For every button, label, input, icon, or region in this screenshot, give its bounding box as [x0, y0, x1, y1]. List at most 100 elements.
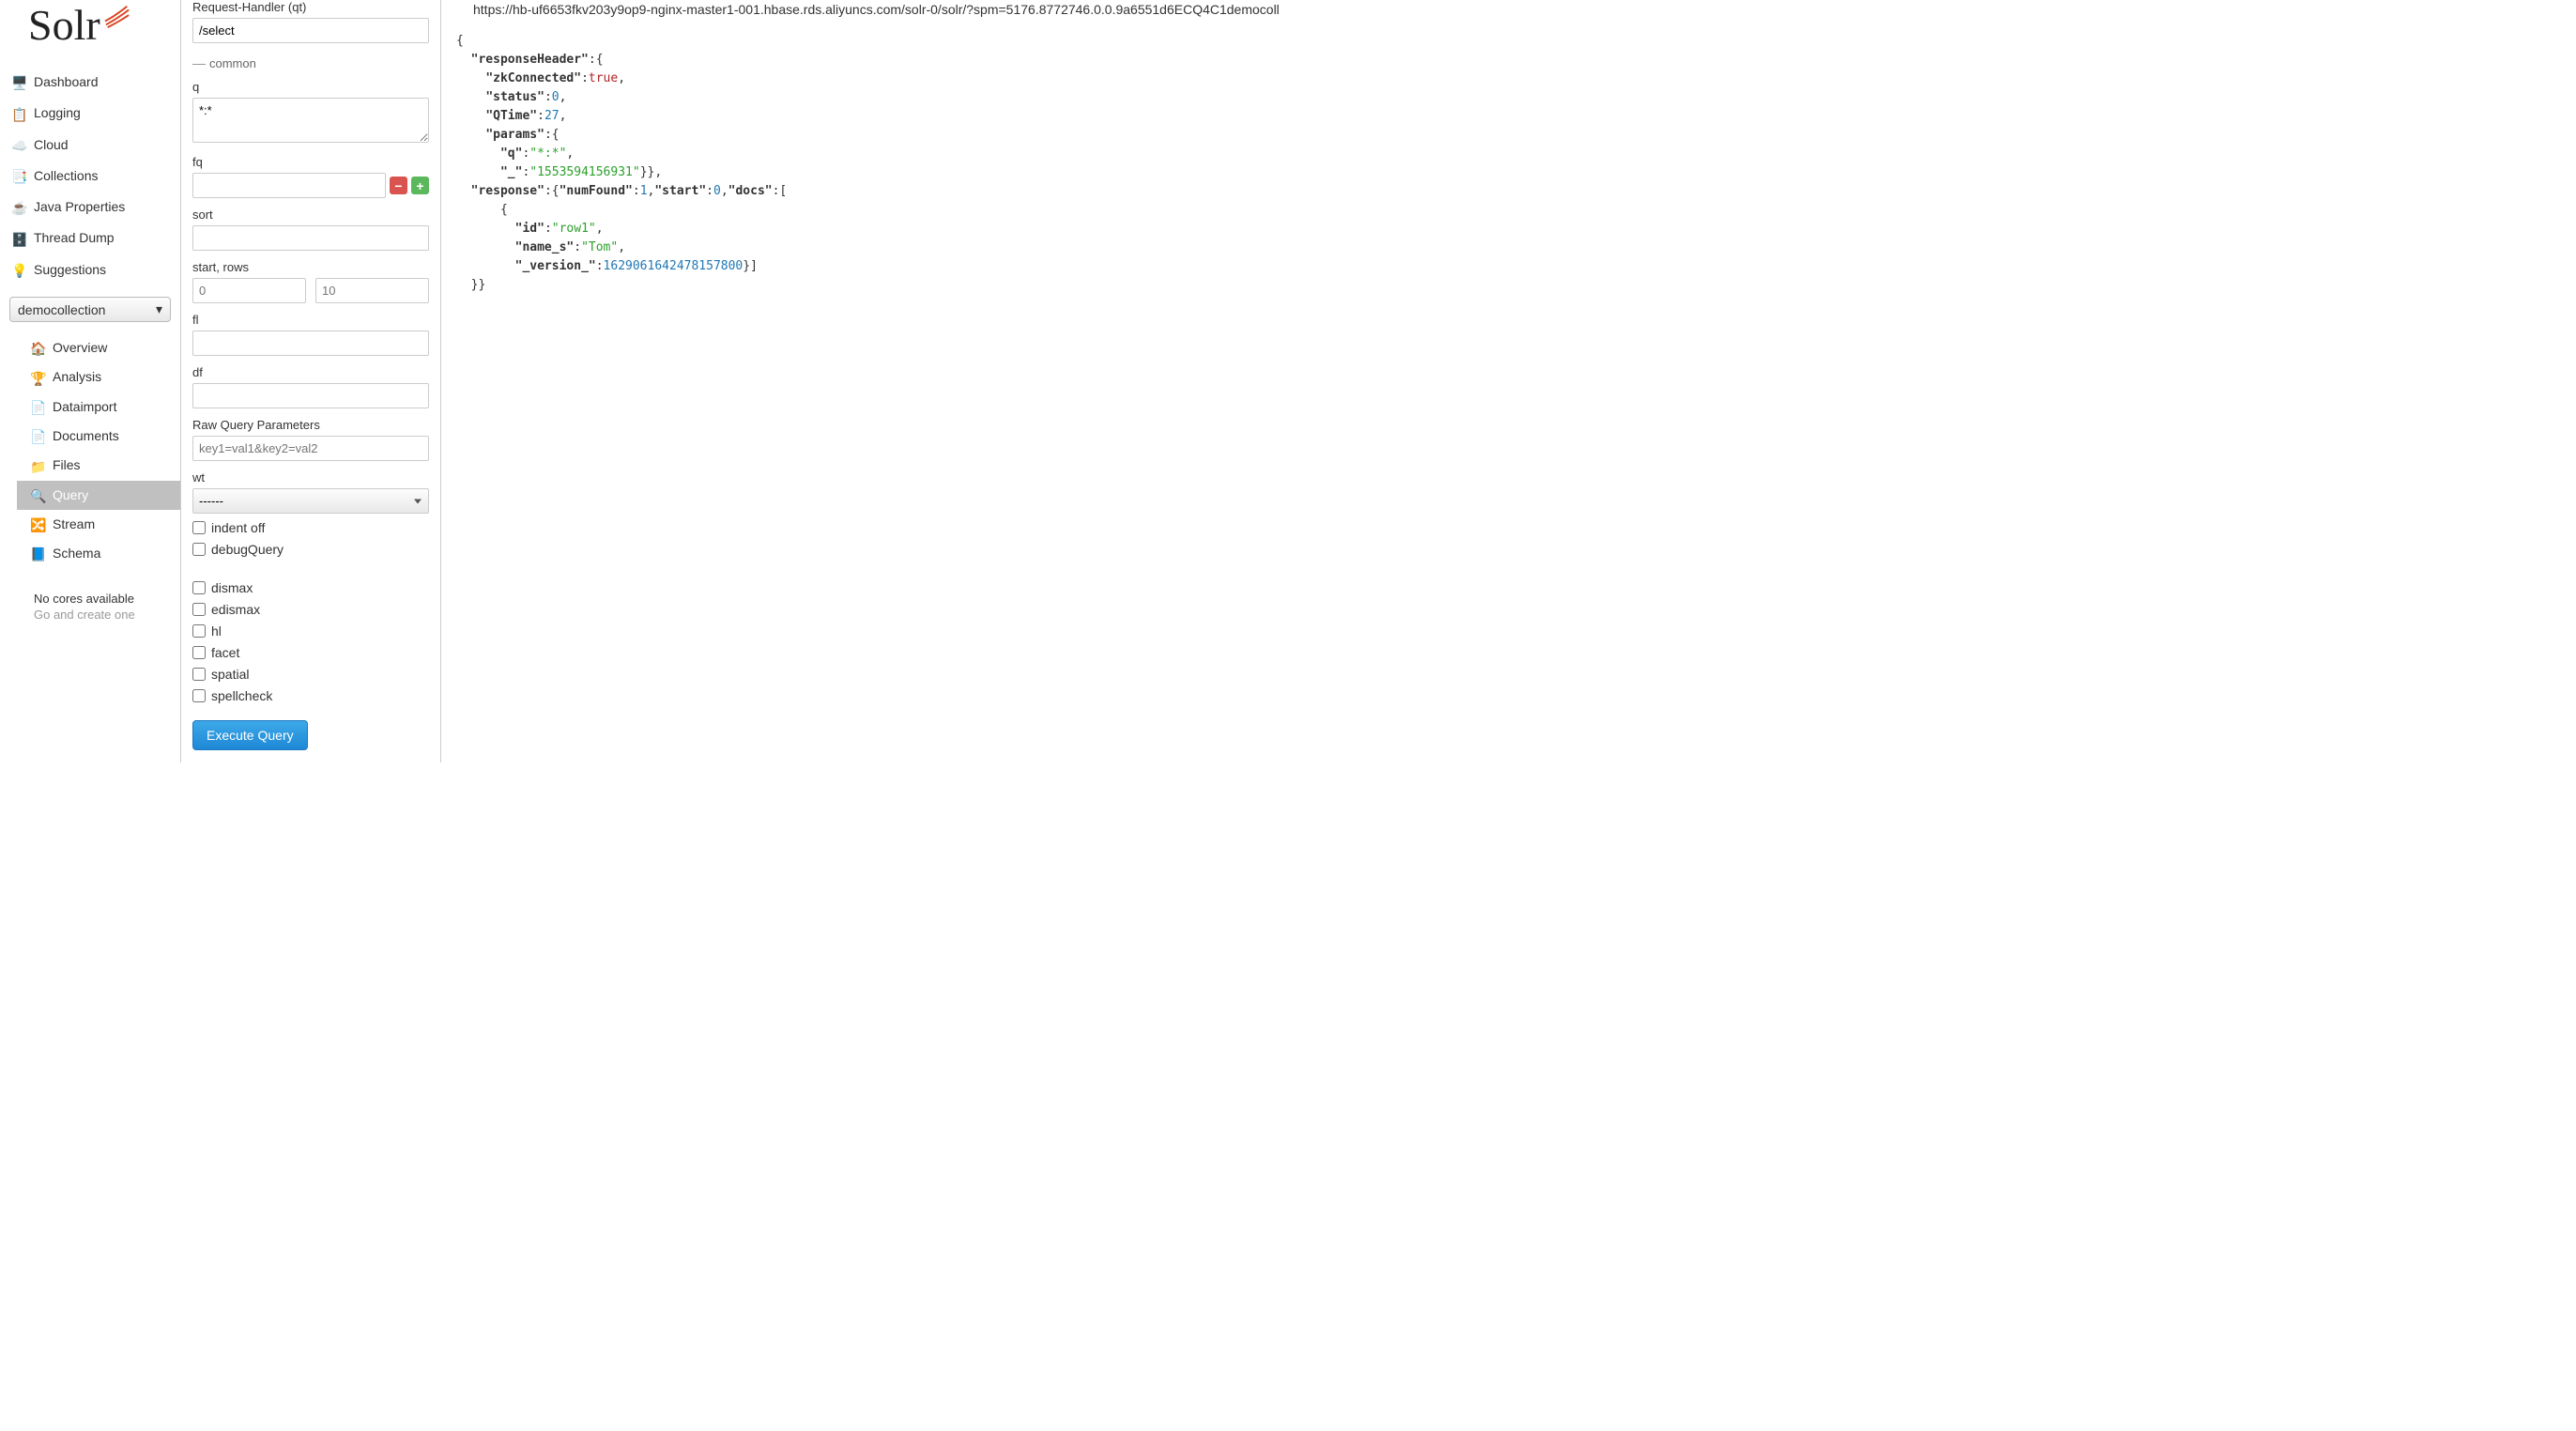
solr-logo-icon: [104, 3, 130, 29]
logo-text: Solr: [28, 0, 100, 50]
subnav-label: Files: [53, 457, 81, 472]
qt-input[interactable]: [192, 18, 429, 43]
subnav-overview[interactable]: 🏠 Overview: [17, 333, 180, 362]
subnav-label: Overview: [53, 340, 107, 355]
bulb-icon: 💡: [11, 263, 26, 278]
raw-label: Raw Query Parameters: [192, 418, 429, 432]
subnav-label: Schema: [53, 546, 100, 561]
edismax-label: edismax: [211, 602, 260, 617]
cloud-icon: ☁️: [11, 138, 26, 153]
subnav-documents[interactable]: 📄 Documents: [17, 422, 180, 451]
indent-checkbox[interactable]: [192, 521, 206, 534]
documents-icon: 📄: [30, 429, 45, 444]
nav-label: Java Properties: [34, 199, 125, 214]
subnav-label: Dataimport: [53, 399, 116, 414]
nav-item-logging[interactable]: 📋 Logging: [0, 98, 180, 129]
json-output: { "responseHeader":{ "zkConnected":true,…: [451, 23, 2567, 304]
facet-label: facet: [211, 645, 239, 660]
sort-label: sort: [192, 208, 429, 222]
result-url[interactable]: https://hb-uf6653fkv203y9op9-nginx-maste…: [451, 0, 2567, 23]
funnel-icon: 🏆: [30, 371, 45, 386]
hl-label: hl: [211, 623, 222, 639]
home-icon: 🏠: [30, 341, 45, 356]
nav-item-collections[interactable]: 📑 Collections: [0, 161, 180, 192]
spatial-label: spatial: [211, 667, 249, 682]
fq-add-button[interactable]: +: [411, 177, 429, 194]
fq-remove-button[interactable]: −: [390, 177, 407, 194]
subnav-label: Documents: [53, 428, 119, 443]
dashboard-icon: 🖥️: [11, 75, 26, 90]
subnav-label: Stream: [53, 516, 95, 531]
stream-icon: 🔀: [30, 517, 45, 532]
fl-label: fl: [192, 313, 429, 327]
facet-checkbox[interactable]: [192, 646, 206, 659]
folder-icon: 📁: [30, 459, 45, 474]
debug-checkbox[interactable]: [192, 543, 206, 556]
df-label: df: [192, 365, 429, 379]
qt-label: Request-Handler (qt): [192, 0, 429, 14]
rows-input[interactable]: [315, 278, 429, 303]
spellcheck-checkbox[interactable]: [192, 689, 206, 702]
raw-input[interactable]: [192, 436, 429, 461]
subnav-query[interactable]: 🔍 Query: [17, 481, 180, 510]
dismax-label: dismax: [211, 580, 253, 595]
logging-icon: 📋: [11, 107, 26, 122]
core-selector[interactable]: democollection ▾: [9, 297, 171, 322]
subnav-label: Query: [53, 487, 88, 502]
spatial-checkbox[interactable]: [192, 668, 206, 681]
logo: Solr: [0, 0, 180, 59]
thread-icon: 🗄️: [11, 232, 26, 247]
debug-label: debugQuery: [211, 542, 284, 557]
subnav-stream[interactable]: 🔀 Stream: [17, 510, 180, 539]
sidebar: Solr 🖥️ Dashboard 📋 Logging ☁️ Cloud 📑 Colle…: [0, 0, 181, 762]
core-selector-value: democollection: [18, 302, 105, 317]
nav-label: Thread Dump: [34, 230, 115, 245]
spellcheck-label: spellcheck: [211, 688, 272, 703]
nav-label: Dashboard: [34, 74, 99, 89]
no-cores-block: No cores available Go and create one: [34, 592, 171, 622]
q-input[interactable]: *:*: [192, 98, 429, 143]
schema-icon: 📘: [30, 546, 45, 562]
no-cores-title: No cores available: [34, 592, 171, 606]
import-icon: 📄: [30, 400, 45, 415]
startrows-label: start, rows: [192, 260, 429, 274]
main-nav: 🖥️ Dashboard 📋 Logging ☁️ Cloud 📑 Collection…: [0, 67, 180, 285]
dismax-checkbox[interactable]: [192, 581, 206, 594]
nav-label: Suggestions: [34, 262, 106, 277]
nav-label: Collections: [34, 168, 98, 183]
chevron-down-icon: ▾: [156, 301, 162, 317]
fq-label: fq: [192, 155, 429, 169]
nav-label: Logging: [34, 105, 81, 120]
nav-item-cloud[interactable]: ☁️ Cloud: [0, 130, 180, 161]
query-form: Request-Handler (qt) common q *:* fq − +…: [181, 0, 441, 762]
start-input[interactable]: [192, 278, 306, 303]
common-legend: common: [192, 56, 429, 70]
subnav-dataimport[interactable]: 📄 Dataimport: [17, 392, 180, 422]
nav-item-suggestions[interactable]: 💡 Suggestions: [0, 254, 180, 285]
nav-item-java[interactable]: ☕ Java Properties: [0, 192, 180, 223]
subnav-schema[interactable]: 📘 Schema: [17, 539, 180, 568]
java-icon: ☕: [11, 200, 26, 215]
fl-input[interactable]: [192, 331, 429, 356]
wt-select[interactable]: ------: [192, 488, 429, 514]
subnav-analysis[interactable]: 🏆 Analysis: [17, 362, 180, 392]
nav-label: Cloud: [34, 137, 69, 152]
no-cores-sub[interactable]: Go and create one: [34, 608, 171, 622]
wt-label: wt: [192, 470, 429, 485]
search-icon: 🔍: [30, 488, 45, 503]
q-label: q: [192, 80, 429, 94]
nav-item-dashboard[interactable]: 🖥️ Dashboard: [0, 67, 180, 98]
edismax-checkbox[interactable]: [192, 603, 206, 616]
sort-input[interactable]: [192, 225, 429, 251]
hl-checkbox[interactable]: [192, 624, 206, 638]
indent-label: indent off: [211, 520, 265, 535]
execute-query-button[interactable]: Execute Query: [192, 720, 308, 750]
core-sub-nav: 🏠 Overview 🏆 Analysis 📄 Dataimport 📄 Documen…: [17, 333, 180, 568]
fq-input[interactable]: [192, 173, 386, 198]
subnav-files[interactable]: 📁 Files: [17, 451, 180, 480]
nav-item-threaddump[interactable]: 🗄️ Thread Dump: [0, 223, 180, 254]
df-input[interactable]: [192, 383, 429, 408]
collections-icon: 📑: [11, 169, 26, 184]
result-panel: https://hb-uf6653fkv203y9op9-nginx-maste…: [441, 0, 2576, 762]
subnav-label: Analysis: [53, 369, 101, 384]
